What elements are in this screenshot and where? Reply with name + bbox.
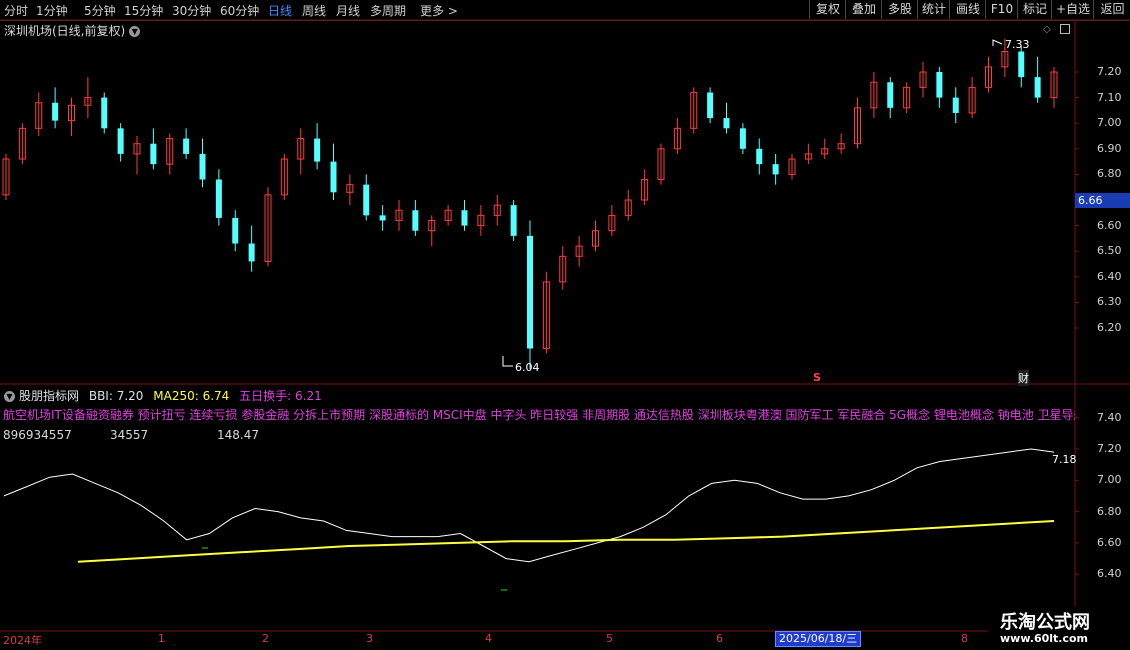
x-label-month: 8 <box>961 632 968 645</box>
candle-body <box>527 235 533 349</box>
x-label-month: 1 <box>158 632 165 645</box>
candle-body <box>150 143 157 165</box>
ma250-label: MA250: 6.74 <box>153 389 230 403</box>
high-callout <box>992 39 1003 46</box>
current-price-tag: 6.66 <box>1075 193 1130 208</box>
low-price-label: 6.04 <box>515 361 540 374</box>
indicator-value-1: 896934557 <box>3 428 72 442</box>
indicator-value-2: 34557 <box>110 428 149 442</box>
ind-tick-label: 6.60 <box>1097 535 1122 549</box>
candle-body <box>707 92 714 119</box>
turnover-label: 五日换手: 6.21 <box>239 389 322 403</box>
indicator-value-3: 148.47 <box>217 428 259 442</box>
y-tick-label: 6.40 <box>1097 269 1122 283</box>
candle-body <box>232 217 239 244</box>
candle-body <box>183 138 190 154</box>
bbi-line <box>3 448 1055 563</box>
candle-body <box>1034 77 1041 98</box>
low-callout <box>502 356 513 367</box>
x-label-month: 5 <box>606 632 613 645</box>
watermark-title: 乐淘公式网 <box>1000 612 1090 633</box>
ind-tick-label: 7.20 <box>1097 442 1122 455</box>
candle-body <box>952 97 959 113</box>
candle-body <box>1018 51 1025 78</box>
x-axis: 2024年 1 2 3 4 5 6 8 <box>0 631 1075 650</box>
y-tick-label: 7.20 <box>1097 65 1122 78</box>
candle-body <box>101 97 108 129</box>
candle-body <box>772 164 779 175</box>
selected-date: 2025/06/18/三 <box>775 631 862 647</box>
y-tick-label: 6.50 <box>1097 244 1122 258</box>
watermark-logo: 乐淘公式网 www.60lt.com <box>988 606 1130 650</box>
chevron-down-icon[interactable]: ▼ <box>4 391 15 402</box>
candle-body <box>314 138 321 162</box>
ma250-line <box>77 520 1055 563</box>
bbi-label: BBI: 7.20 <box>88 389 144 403</box>
indicator-header: ▼ 股朋指标网 BBI: 7.20 MA250: 6.74 五日换手: 6.21 <box>4 387 322 404</box>
watermark-url: www.60lt.com <box>1000 632 1089 645</box>
finance-marker[interactable]: 财 <box>1018 370 1029 386</box>
concept-tags: 航空机场IT设备融资融券 预计扭亏 连续亏损 参股金融 分拆上市预期 深股通标的… <box>3 408 1075 422</box>
ind-tick-label: 6.80 <box>1097 504 1122 518</box>
y-tick-label: 7.00 <box>1097 116 1122 130</box>
ind-tick-label: 7.00 <box>1097 473 1122 487</box>
ind-tick-label: 6.40 <box>1097 567 1122 581</box>
y-tick-label: 6.90 <box>1097 141 1122 155</box>
y-tick-label: 6.80 <box>1097 167 1122 181</box>
y-tick-label: 7.10 <box>1097 90 1122 104</box>
kline-chart[interactable] <box>0 0 1130 650</box>
candle-body <box>330 161 337 193</box>
candle-body <box>248 243 255 262</box>
candle-body <box>739 128 746 149</box>
candle-body <box>936 72 943 98</box>
candle-body <box>461 210 468 226</box>
x-label-month: 3 <box>366 632 373 645</box>
y-tick-label: 6.30 <box>1097 295 1122 309</box>
candle-body <box>363 184 370 216</box>
candle-body <box>379 215 386 221</box>
indicator-name[interactable]: 股朋指标网 <box>19 389 79 403</box>
candle-body <box>215 179 222 218</box>
candle-body <box>52 102 59 121</box>
candle-body <box>412 210 419 231</box>
indicator-last-value: 7.18 <box>1052 453 1077 466</box>
candle-body <box>199 153 206 180</box>
x-label-year: 2024年 <box>3 634 42 647</box>
x-label-month: 2 <box>262 632 269 645</box>
candle-body <box>117 128 124 154</box>
candle-body <box>756 148 763 165</box>
high-price-label: 7.33 <box>1005 38 1030 51</box>
x-label-month: 4 <box>485 632 492 645</box>
x-label-month: 6 <box>716 632 723 645</box>
ind-tick-label: 7.40 <box>1097 410 1122 424</box>
y-tick-label: 6.20 <box>1097 321 1122 334</box>
y-tick-label: 6.60 <box>1097 218 1122 232</box>
candle-body <box>723 118 730 129</box>
candle-body <box>510 205 517 236</box>
candle-body <box>887 82 894 108</box>
s-marker[interactable]: S <box>813 371 821 384</box>
